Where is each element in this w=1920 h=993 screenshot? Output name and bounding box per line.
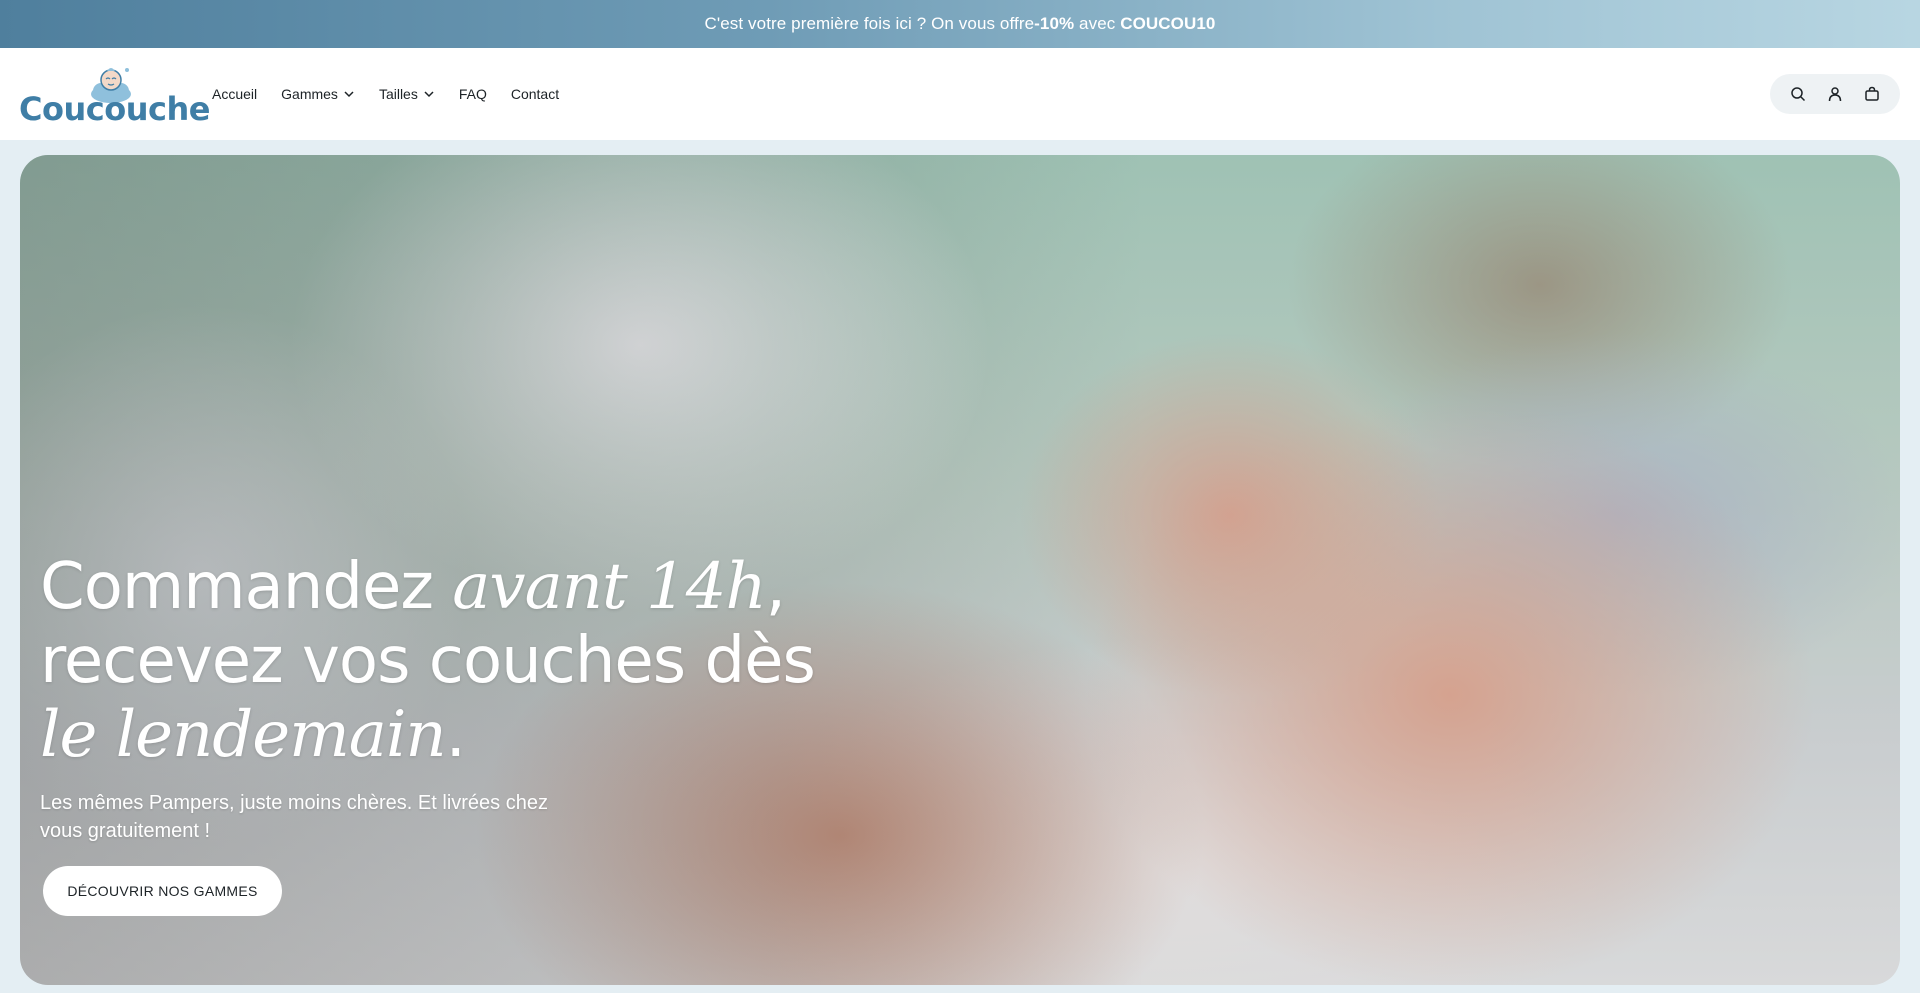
announcement-text-middle: avec [1074, 14, 1121, 33]
nav-item-label: Contact [510, 86, 560, 102]
hero-title-line3: le lendemain. [40, 698, 466, 772]
hero-title-italic: avant 14h [452, 550, 766, 624]
search-icon [1791, 87, 1806, 102]
hero-title-italic: le lendemain [40, 698, 447, 772]
hero-subtitle: Les mêmes Pampers, juste moins chères. E… [40, 792, 548, 842]
nav-item-gammes[interactable]: Gammes [281, 86, 355, 102]
site-header: Coucouche Accueil Gammes Tailles FAQ Con… [0, 48, 1920, 140]
hero-title: Commandez avant 14h, recevez vos couches… [40, 550, 816, 772]
hero-title-punct: , [765, 550, 786, 624]
account-button[interactable] [1824, 83, 1846, 105]
header-icons [1770, 74, 1900, 114]
announcement-discount: -10% [1034, 14, 1075, 33]
nav-item-label: FAQ [458, 86, 487, 102]
hero-banner: Commandez avant 14h, recevez vos couches… [20, 155, 1900, 985]
discover-ranges-button[interactable]: DÉCOUVRIR NOS GAMMES [43, 866, 282, 916]
chevron-down-icon [344, 91, 354, 98]
announcement-text-before: C'est votre première fois ici ? On vous … [704, 14, 1035, 33]
nav-item-faq[interactable]: FAQ [459, 86, 487, 102]
hero-title-line1: Commandez avant 14h, [40, 550, 786, 624]
hero-title-punct: . [445, 698, 466, 772]
search-button[interactable] [1787, 83, 1809, 105]
logo-text: Coucouche [19, 90, 210, 128]
logo[interactable]: Coucouche [19, 64, 210, 128]
announcement-code: COUCOU10 [1120, 14, 1216, 33]
nav-item-label: Gammes [281, 86, 338, 102]
chevron-down-icon [424, 91, 434, 98]
nav-item-label: Tailles [378, 86, 418, 102]
hero-title-plain: Commandez [40, 550, 453, 624]
nav-item-tailles[interactable]: Tailles [379, 86, 435, 102]
nav-item-accueil[interactable]: Accueil [212, 86, 257, 102]
cart-icon [1864, 86, 1879, 101]
nav-item-label: Accueil [212, 86, 258, 102]
announcement-bar: C'est votre première fois ici ? On vous … [0, 0, 1920, 48]
account-icon [1828, 87, 1842, 102]
cart-button[interactable] [1861, 83, 1883, 105]
nav-item-contact[interactable]: Contact [511, 86, 559, 102]
main-nav: Accueil Gammes Tailles FAQ Contact [212, 48, 583, 140]
hero-title-line2: recevez vos couches dès [40, 624, 816, 698]
